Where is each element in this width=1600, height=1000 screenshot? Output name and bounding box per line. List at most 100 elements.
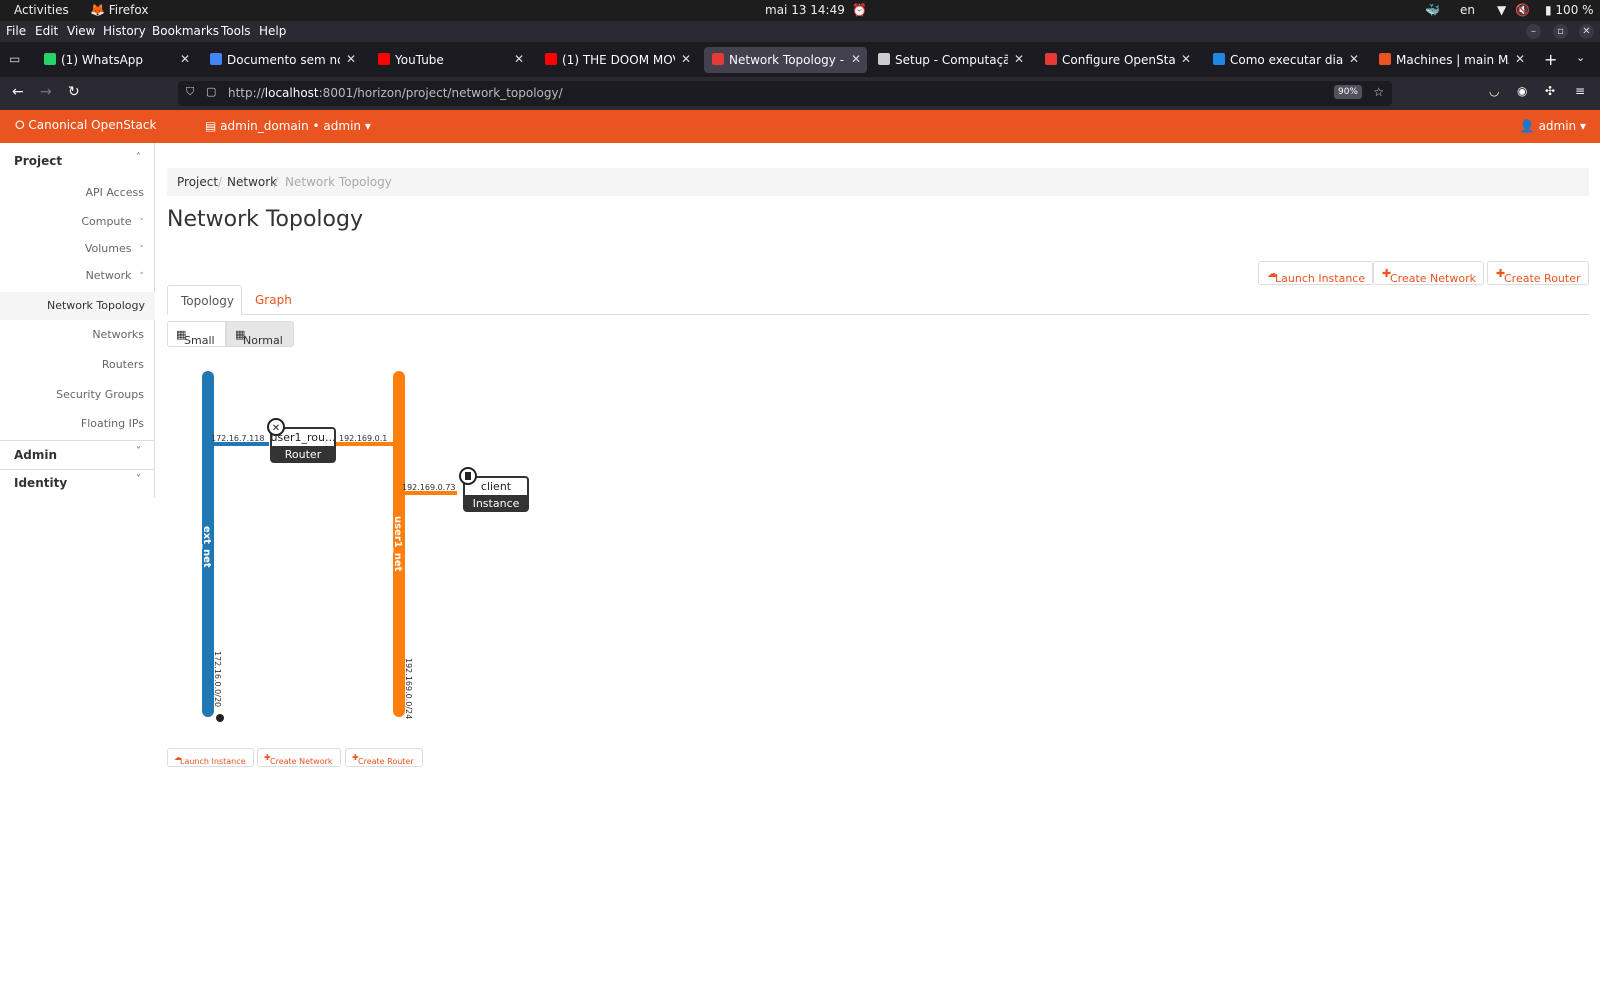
browser-tab[interactable]: Configure OpenStack – ✕ [1037, 47, 1197, 73]
url-bar[interactable]: ⛉ ▢ http://localhost:8001/horizon/projec… [178, 81, 1392, 106]
tab-close-icon[interactable]: ✕ [1349, 52, 1359, 66]
tab-title: Como executar diagnós [1230, 53, 1343, 67]
firefox-menu-bar: File Edit View History Bookmarks Tools H… [0, 21, 1600, 42]
language-indicator[interactable]: en [1460, 3, 1475, 17]
sidebar-item-network[interactable]: Network ˄ [86, 269, 144, 282]
browser-tab[interactable]: Como executar diagnós ✕ [1205, 47, 1365, 73]
sidebar-item-security-groups[interactable]: Security Groups [56, 388, 144, 401]
tab-bar: ▭ (1) WhatsApp✕Documento sem nome✕YouTub… [0, 42, 1600, 77]
browser-tab[interactable]: YouTube ✕ [370, 47, 530, 73]
browser-tab[interactable]: (1) THE DOOM MOVIES ✕ [537, 47, 697, 73]
list-tabs-icon[interactable]: ⌄ [1576, 51, 1585, 64]
menu-file[interactable]: File [6, 24, 26, 38]
sidebar-item-api-access[interactable]: API Access [85, 186, 144, 199]
router-type: Router [285, 448, 322, 461]
battery-indicator[interactable]: ▮ 100 % [1545, 3, 1594, 17]
menu-history[interactable]: History [103, 24, 146, 38]
tab-favicon-icon [545, 53, 557, 65]
menu-help[interactable]: Help [259, 24, 286, 38]
sidebar-section-admin[interactable]: Admin ˅ [0, 441, 155, 469]
create-router-button-bottom[interactable]: ✚ Create Router [345, 748, 423, 767]
launch-instance-button-bottom[interactable]: ☁ Launch Instance [167, 748, 254, 767]
globe-icon [216, 714, 224, 722]
sidebar: Project ˄ API Access Compute ˅ Volumes ˅ Ne… [0, 143, 155, 498]
view-tabs: Topology Graph [167, 285, 1589, 315]
browser-tab[interactable]: Network Topology - Op ✕ [704, 47, 867, 73]
browser-tab[interactable]: Setup - Computação em ✕ [870, 47, 1030, 73]
tab-title: (1) WhatsApp [61, 53, 144, 67]
breadcrumb-project[interactable]: Project [177, 175, 218, 189]
tab-manager-icon[interactable]: ▭ [9, 52, 20, 66]
reload-button[interactable]: ↻ [68, 84, 80, 100]
tab-title: Machines | main MAAS [1396, 53, 1509, 67]
tab-graph[interactable]: Graph [242, 285, 302, 315]
back-button[interactable]: ← [12, 84, 24, 100]
breadcrumb-current: Network Topology [285, 175, 392, 189]
menu-edit[interactable]: Edit [35, 24, 58, 38]
instance-node[interactable]: client Instance [459, 467, 529, 512]
volume-icon[interactable]: 🔇 [1515, 3, 1530, 17]
tab-close-icon[interactable]: ✕ [346, 52, 356, 66]
sidebar-item-networks[interactable]: Networks [92, 328, 144, 341]
user-menu-dropdown[interactable]: 👤 admin ▾ [1520, 119, 1586, 133]
close-window-button[interactable]: ✕ [1579, 24, 1594, 39]
pocket-icon[interactable]: ◡ [1489, 84, 1499, 98]
tab-close-icon[interactable]: ✕ [1014, 52, 1024, 66]
network-cidr-user1-net: 192.169.0.0/24 [404, 658, 413, 719]
small-view-button[interactable]: ▦ Small [167, 321, 226, 347]
sidebar-item-routers[interactable]: Routers [102, 358, 144, 371]
create-network-button[interactable]: ✚ Create Network [1373, 261, 1484, 285]
instance-icon-glyph [465, 472, 471, 480]
tab-title: (1) THE DOOM MOVIES [562, 53, 675, 67]
wifi-icon[interactable]: ▼ [1497, 3, 1506, 17]
tab-close-icon[interactable]: ✕ [514, 52, 524, 66]
bookmark-star-icon[interactable]: ☆ [1373, 85, 1384, 99]
activities-button[interactable]: Activities [14, 3, 69, 17]
create-network-button-bottom[interactable]: ✚ Create Network [257, 748, 341, 767]
project-domain-dropdown[interactable]: ▤ admin_domain • admin ▾ [205, 119, 371, 133]
sidebar-item-network-topology[interactable]: Network Topology [0, 292, 155, 320]
menu-bookmarks[interactable]: Bookmarks [152, 24, 219, 38]
sidebar-item-floating-ips[interactable]: Floating IPs [81, 417, 144, 430]
tab-close-icon[interactable]: ✕ [851, 52, 861, 66]
launch-instance-button[interactable]: ☁ Launch Instance [1258, 261, 1373, 285]
browser-tab[interactable]: (1) WhatsApp ✕ [36, 47, 196, 73]
shield-icon[interactable]: ⛉ [186, 85, 194, 99]
hamburger-menu-icon[interactable]: ≡ [1575, 84, 1585, 98]
browser-tab[interactable]: Documento sem nome ✕ [202, 47, 362, 73]
normal-view-button[interactable]: ▦ Normal [226, 321, 294, 347]
clock[interactable]: mai 13 14:49 [765, 3, 845, 17]
minimize-button[interactable]: – [1526, 24, 1541, 39]
zoom-level[interactable]: 90% [1333, 85, 1362, 99]
router-ext-ip: 172.16.7.118 [211, 434, 264, 443]
sidebar-item-compute[interactable]: Compute ˅ [81, 215, 144, 228]
tab-close-icon[interactable]: ✕ [681, 52, 691, 66]
brand-logo[interactable]: ⭘ Canonical OpenStack [15, 118, 156, 133]
breadcrumb: Project / Network / Network Topology [167, 168, 1589, 196]
instance-ip: 192.169.0.73 [402, 483, 455, 492]
firefox-app-indicator[interactable]: 🦊 Firefox [90, 3, 148, 17]
tab-favicon-icon [1379, 53, 1391, 65]
tab-topology[interactable]: Topology [167, 285, 242, 315]
sidebar-section-project[interactable]: Project ˄ [0, 147, 155, 175]
tab-title: Setup - Computação em [895, 53, 1008, 67]
tab-close-icon[interactable]: ✕ [1515, 52, 1525, 66]
maximize-button[interactable]: ▫ [1553, 24, 1568, 39]
breadcrumb-network[interactable]: Network [227, 175, 277, 189]
new-tab-button[interactable]: + [1544, 50, 1557, 69]
page-info-icon[interactable]: ▢ [206, 85, 216, 98]
create-router-button[interactable]: ✚ Create Router [1487, 261, 1589, 285]
sidebar-section-identity[interactable]: Identity ˅ [0, 469, 155, 497]
sidebar-item-volumes[interactable]: Volumes ˅ [85, 242, 144, 255]
menu-tools[interactable]: Tools [221, 24, 251, 38]
router-node[interactable]: user1_rou... Router ✕ [267, 418, 336, 463]
browser-tab[interactable]: Machines | main MAAS ✕ [1371, 47, 1531, 73]
forward-button[interactable]: → [40, 84, 52, 100]
tab-close-icon[interactable]: ✕ [1181, 52, 1191, 66]
menu-view[interactable]: View [67, 24, 95, 38]
account-icon[interactable]: ◉ [1517, 84, 1527, 98]
extensions-icon[interactable]: ✣ [1545, 84, 1555, 98]
tab-favicon-icon [44, 53, 56, 65]
url-text[interactable]: http://localhost:8001/horizon/project/ne… [228, 86, 563, 100]
tab-close-icon[interactable]: ✕ [180, 52, 190, 66]
